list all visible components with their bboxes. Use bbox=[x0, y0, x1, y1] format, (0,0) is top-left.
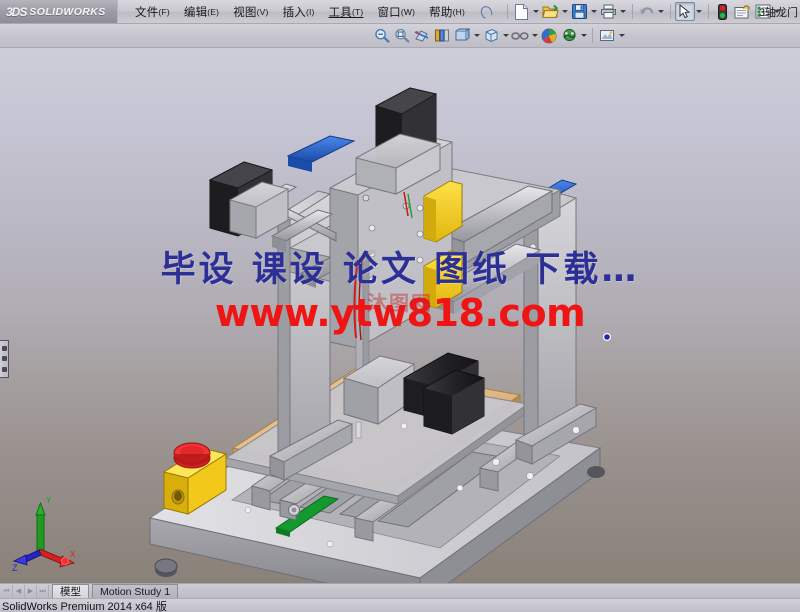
section-view-icon[interactable] bbox=[412, 26, 432, 45]
menu-file-label: 文件 bbox=[135, 6, 159, 19]
render-dropdown-icon[interactable] bbox=[617, 26, 626, 45]
tab-model[interactable]: 模型 bbox=[52, 584, 89, 600]
hide-show-items-icon[interactable] bbox=[481, 26, 501, 45]
tab-nav-prev-glyph: ◀ bbox=[15, 587, 22, 595]
triad-axis-x bbox=[37, 548, 76, 568]
new-document-icon[interactable] bbox=[512, 2, 532, 21]
status-bar: SolidWorks Premium 2014 x64 版 bbox=[0, 598, 800, 612]
hide-show-dropdown-icon[interactable] bbox=[501, 26, 510, 45]
zoom-to-fit-icon[interactable] bbox=[372, 26, 392, 45]
tab-nav-next-glyph: ▶ bbox=[27, 587, 34, 595]
select-dropdown-icon[interactable] bbox=[695, 2, 704, 21]
menu-help-mnemonic: (H) bbox=[452, 6, 465, 17]
brand-name: SOLIDWORKS bbox=[29, 5, 106, 18]
menu-file-mnemonic: (F) bbox=[158, 6, 170, 17]
view-toolbar bbox=[0, 24, 800, 48]
triad-label-z: Z bbox=[12, 563, 18, 573]
triad-axis-y bbox=[35, 501, 46, 553]
save-icon[interactable] bbox=[570, 2, 590, 21]
tab-motion-study-1-label: Motion Study 1 bbox=[100, 585, 171, 598]
menu-tools[interactable]: 工具(T) bbox=[322, 2, 371, 22]
menu-edit-mnemonic: (E) bbox=[207, 6, 220, 17]
menu-help[interactable]: 帮助(H) bbox=[422, 2, 472, 22]
select-cursor-icon[interactable] bbox=[674, 2, 695, 21]
menu-items: 文件(F) 编辑(E) 视图(V) 插入(I) 工具(T) 窗口(W) 帮助(H… bbox=[128, 2, 472, 22]
options-gear-icon[interactable] bbox=[733, 2, 753, 21]
pin-menu-icon[interactable] bbox=[478, 4, 494, 20]
menu-view[interactable]: 视图(V) bbox=[226, 2, 275, 22]
menu-tools-label: 工具 bbox=[328, 6, 352, 19]
tab-nav-arrows: ⏮ ◀ ▶ ⏭ bbox=[0, 584, 49, 598]
toolbar-separator-3 bbox=[669, 4, 671, 19]
status-text: SolidWorks Premium 2014 x64 版 bbox=[2, 600, 167, 612]
triad-axis-z bbox=[12, 549, 42, 566]
toolbar-separator-2 bbox=[631, 4, 633, 19]
tab-motion-study-1[interactable]: Motion Study 1 bbox=[92, 584, 179, 598]
apply-scene-icon[interactable] bbox=[539, 26, 559, 45]
tab-nav-first-glyph: ⏮ bbox=[3, 587, 10, 595]
menu-insert-label: 插入 bbox=[282, 6, 306, 19]
save-dropdown-icon[interactable] bbox=[590, 2, 599, 21]
toolbar-separator-4 bbox=[707, 4, 709, 19]
menu-window-label: 窗口 bbox=[377, 6, 401, 19]
document-tab-bar: ⏮ ◀ ▶ ⏭ 模型 Motion Study 1 bbox=[0, 583, 800, 600]
print-icon[interactable] bbox=[599, 2, 619, 21]
solidworks-window: 3DS SOLIDWORKS 文件(F) 编辑(E) 视图(V) 插入(I) 工… bbox=[0, 0, 800, 612]
view-orientation-icon[interactable] bbox=[432, 26, 452, 45]
edit-appearance-glasses-icon[interactable] bbox=[510, 26, 530, 45]
coordinate-triad: Y X Z bbox=[12, 497, 76, 573]
render-tools-icon[interactable] bbox=[597, 26, 617, 45]
open-folder-dropdown-icon[interactable] bbox=[561, 2, 570, 21]
menu-view-label: 视图 bbox=[233, 6, 257, 19]
triad-label-x: X bbox=[70, 550, 76, 559]
undo-dropdown-icon[interactable] bbox=[657, 2, 666, 21]
rebuild-traffic-light-icon[interactable] bbox=[713, 2, 733, 21]
zoom-to-area-icon[interactable] bbox=[392, 26, 412, 45]
menu-edit-label: 编辑 bbox=[183, 6, 208, 19]
menu-window-mnemonic: (W) bbox=[400, 6, 416, 17]
tab-nav-last-glyph: ⏭ bbox=[39, 587, 46, 595]
undo-icon[interactable] bbox=[637, 2, 657, 21]
main-toolbar bbox=[503, 2, 782, 21]
tab-nav-prev[interactable]: ◀ bbox=[13, 584, 25, 598]
display-style-dropdown-icon[interactable] bbox=[472, 26, 481, 45]
cnc-gantry-model[interactable] bbox=[0, 48, 800, 583]
appearance-dropdown-icon[interactable] bbox=[530, 26, 539, 45]
print-dropdown-icon[interactable] bbox=[619, 2, 628, 21]
menu-window[interactable]: 窗口(W) bbox=[370, 2, 422, 22]
view-toolbar-separator bbox=[592, 28, 593, 43]
menu-bar: 3DS SOLIDWORKS 文件(F) 编辑(E) 视图(V) 插入(I) 工… bbox=[0, 0, 800, 24]
graphics-viewport[interactable]: Y X Z 毕设 课设 论文 图纸 下载… 沐图网 www.ytw818.com bbox=[0, 48, 800, 583]
menu-help-label: 帮助 bbox=[429, 6, 453, 19]
menu-tools-mnemonic: (T) bbox=[352, 6, 364, 17]
view-settings-dropdown-icon[interactable] bbox=[579, 26, 588, 45]
tab-nav-first[interactable]: ⏮ bbox=[1, 584, 13, 598]
tab-nav-last[interactable]: ⏭ bbox=[37, 584, 49, 598]
menu-view-mnemonic: (V) bbox=[256, 6, 269, 17]
brand-mark: 3DS bbox=[6, 4, 27, 19]
new-document-dropdown-icon[interactable] bbox=[532, 2, 541, 21]
menu-file[interactable]: 文件(F) bbox=[128, 2, 177, 22]
toolbar-separator bbox=[506, 4, 508, 19]
menu-insert[interactable]: 插入(I) bbox=[276, 2, 322, 22]
document-title: 3轴龙门 bbox=[758, 7, 798, 19]
open-folder-icon[interactable] bbox=[541, 2, 561, 21]
tab-nav-next[interactable]: ▶ bbox=[25, 584, 37, 598]
menu-edit[interactable]: 编辑(E) bbox=[177, 2, 226, 22]
solidworks-logo: 3DS SOLIDWORKS bbox=[0, 0, 118, 23]
display-style-icon[interactable] bbox=[452, 26, 472, 45]
menu-insert-mnemonic: (I) bbox=[305, 6, 315, 17]
triad-label-y: Y bbox=[46, 497, 52, 505]
view-settings-icon[interactable] bbox=[559, 26, 579, 45]
